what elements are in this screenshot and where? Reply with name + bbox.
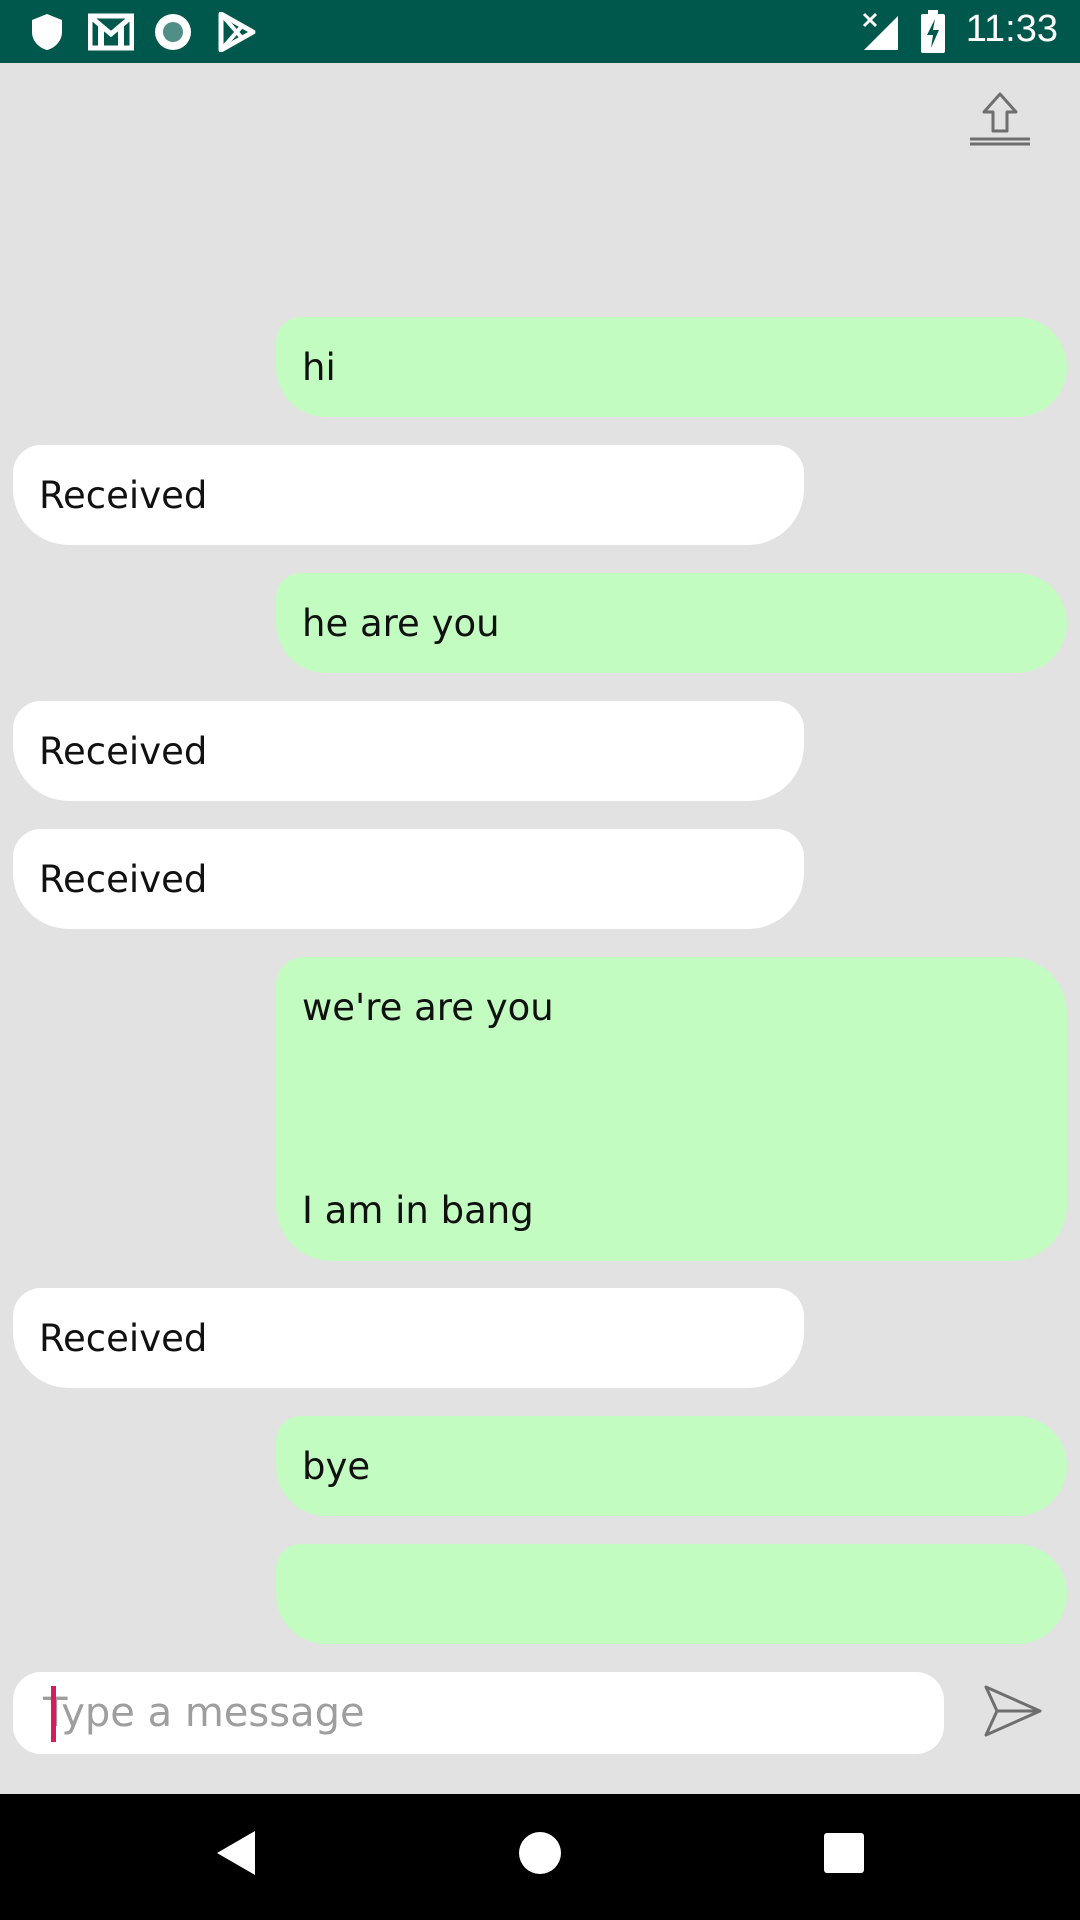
- message-text: Received: [39, 474, 208, 517]
- received-message-bubble: Received: [13, 829, 804, 929]
- message-text: Received: [39, 1317, 208, 1360]
- message-input[interactable]: [41, 1689, 944, 1737]
- back-icon[interactable]: [215, 1829, 257, 1881]
- home-icon[interactable]: [518, 1829, 562, 1881]
- status-bar: 11:33: [0, 0, 1080, 63]
- sent-message-bubble: he are you: [276, 573, 1067, 673]
- recents-icon[interactable]: [823, 1829, 865, 1881]
- message-text-line: we're are you: [302, 986, 554, 1029]
- navigation-bar: [0, 1794, 1080, 1920]
- upload-button[interactable]: [960, 86, 1040, 156]
- message-text: he are you: [302, 602, 500, 645]
- message-text: Received: [39, 730, 208, 773]
- play-store-icon: [218, 11, 256, 56]
- sent-message-bubble: [276, 1544, 1067, 1644]
- received-message-bubble: Received: [13, 701, 804, 801]
- message-text: hi: [302, 346, 336, 389]
- text-cursor: [51, 1686, 56, 1742]
- status-time: 11:33: [965, 8, 1058, 50]
- record-icon: [152, 11, 194, 57]
- gmail-icon: [87, 12, 135, 56]
- upload-icon: [967, 91, 1033, 151]
- message-text: Received: [39, 858, 208, 901]
- shield-icon: [30, 12, 64, 56]
- received-message-bubble: Received: [13, 1288, 804, 1388]
- battery-charging-icon: [920, 10, 946, 58]
- message-text-line: I am in bang: [302, 1189, 534, 1232]
- signal-no-service-icon: [862, 12, 900, 56]
- send-icon: [983, 1684, 1043, 1742]
- message-text: bye: [302, 1445, 371, 1488]
- sent-message-bubble: bye: [276, 1416, 1067, 1516]
- sent-message-bubble: hi: [276, 317, 1067, 417]
- received-message-bubble: Received: [13, 445, 804, 545]
- sent-message-bubble: we're are you I am in bang: [276, 957, 1067, 1261]
- message-input-container[interactable]: [13, 1672, 944, 1754]
- send-button[interactable]: [980, 1680, 1046, 1746]
